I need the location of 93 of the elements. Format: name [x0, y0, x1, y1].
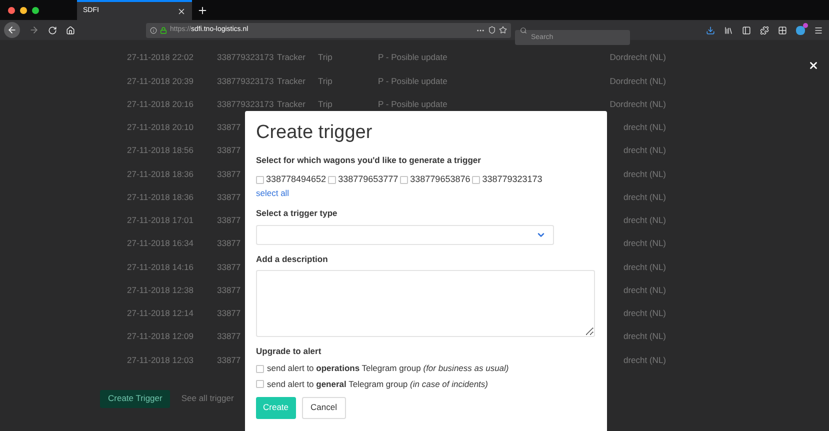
date-cell-text: 27-11-2018 18:56 [127, 144, 194, 157]
wagon-cell: 33877 [217, 168, 241, 178]
wagon-cell: 33877 [217, 284, 241, 295]
info-icon[interactable] [150, 26, 157, 34]
checkbox-label: 338779653777 [338, 172, 398, 186]
table-cell: Tracker [277, 52, 306, 62]
grid-icon[interactable] [778, 26, 787, 34]
date-cell-text: 27-11-2018 18:36 [127, 190, 194, 204]
location-cell: drecht (NL) [623, 238, 666, 248]
checkbox[interactable] [256, 380, 264, 388]
table-cell: Tracker [277, 76, 306, 86]
checkbox[interactable] [400, 176, 408, 184]
date-cell-text: 27-11-2018 20:10 [127, 121, 194, 134]
location-cell: drecht (NL) [623, 331, 666, 342]
wagon-cell: 338779323173 [217, 98, 274, 109]
library-icon[interactable] [724, 26, 733, 34]
checkbox-label: send alert to general Telegram group (in case of incidents) [267, 378, 488, 391]
location-cell: drecht (NL) [623, 262, 666, 272]
star-icon[interactable] [499, 26, 507, 34]
location-cell: drecht (NL) [623, 284, 666, 295]
description-field[interactable] [256, 270, 595, 336]
wagon-cell: 33877 [217, 238, 241, 248]
location-cell: drecht (NL) [623, 354, 666, 364]
checkbox-label: 338778494652 [266, 172, 326, 186]
wagon-cell: 33877 [217, 262, 241, 272]
checkbox[interactable] [256, 176, 264, 184]
date-cell-text: 27-11-2018 22:02 [127, 51, 194, 64]
table-cell: P - Posible update [378, 52, 448, 62]
checkbox-label: 338779653876 [410, 172, 470, 186]
location-cell: drecht (NL) [623, 215, 666, 225]
location-cell: drecht (NL) [623, 168, 666, 178]
sidebar-icon[interactable] [742, 26, 751, 34]
location-cell: drecht (NL) [623, 122, 666, 132]
select-field[interactable] [256, 224, 554, 245]
date-cell-text: 27-11-2018 14:16 [127, 260, 194, 274]
close-icon[interactable] [808, 60, 819, 71]
search-icon [520, 26, 527, 34]
wagon-cell: 33877 [217, 192, 241, 202]
date-cell-text: 27-11-2018 12:09 [127, 330, 194, 343]
forward-icon[interactable] [29, 25, 39, 35]
wagon-cell: 33877 [217, 354, 241, 364]
location-cell: Dordrecht (NL) [610, 76, 666, 86]
date-cell-text: 27-11-2018 20:16 [127, 98, 194, 110]
table-cell: P - Posible update [378, 76, 448, 86]
back-button[interactable] [4, 22, 20, 38]
lock-icon [160, 26, 167, 34]
table-cell: Trip [318, 76, 332, 86]
create-trigger-button[interactable]: Create Trigger [100, 390, 170, 408]
date-cell-text: 27-11-2018 12:03 [127, 354, 194, 366]
checkbox-label: 338779323173 [482, 172, 542, 186]
date-cell-text: 27-11-2018 18:36 [127, 168, 194, 180]
cancel-button[interactable]: Cancel [302, 396, 346, 419]
checkbox[interactable] [328, 176, 336, 184]
wagon-cell: 338779323173 [217, 52, 274, 62]
field-label: Select a trigger type [256, 207, 338, 220]
table-cell: P - Posible update [378, 98, 448, 109]
modal-title: Create trigger [256, 122, 374, 144]
location-cell: drecht (NL) [623, 308, 666, 318]
table-cell: Trip [318, 52, 332, 62]
date-cell-text: 27-11-2018 20:39 [127, 74, 194, 88]
wagon-cell: 33877 [217, 215, 241, 225]
download-icon[interactable] [706, 26, 715, 34]
date-cell-text: 27-11-2018 12:14 [127, 307, 194, 320]
field-label: Add a description [256, 252, 329, 266]
table-cell: Trip [318, 98, 332, 109]
wagon-cell: 33877 [217, 308, 241, 318]
menu-icon[interactable] [814, 26, 823, 34]
date-cell-text: 27-11-2018 16:34 [127, 237, 194, 250]
wagon-cell: 33877 [217, 331, 241, 342]
date-cell-text: 27-11-2018 12:38 [127, 284, 194, 296]
see-all-link[interactable]: See all trigger [181, 392, 234, 405]
checkbox-label: send alert to operations Telegram group (for business as usual) [267, 362, 509, 375]
checkbox[interactable] [256, 364, 264, 373]
location-cell: drecht (NL) [623, 145, 666, 156]
back-arrow-icon [7, 25, 17, 35]
select-all-link[interactable]: select all [256, 187, 596, 200]
field-label: Upgrade to alert [256, 344, 322, 358]
new-tab-icon[interactable] [197, 4, 208, 16]
reload-icon[interactable] [48, 26, 57, 34]
extension-icon[interactable] [760, 26, 769, 34]
close-icon[interactable] [177, 6, 186, 16]
table-cell: Tracker [277, 98, 306, 109]
wagon-cell: 33877 [217, 122, 241, 132]
home-icon[interactable] [66, 26, 75, 34]
location-cell: Dordrecht (NL) [610, 98, 666, 109]
date-cell-text: 27-11-2018 17:01 [127, 214, 194, 227]
location-cell: Dordrecht (NL) [610, 52, 666, 62]
wagon-cell: 338779323173 [217, 76, 274, 86]
field-label: Select for which wagons you'd like to generate a trigger [256, 154, 482, 167]
location-cell: drecht (NL) [623, 192, 666, 202]
wagon-cell: 33877 [217, 145, 241, 156]
checkbox[interactable] [472, 176, 480, 184]
account-icon[interactable] [796, 26, 805, 34]
